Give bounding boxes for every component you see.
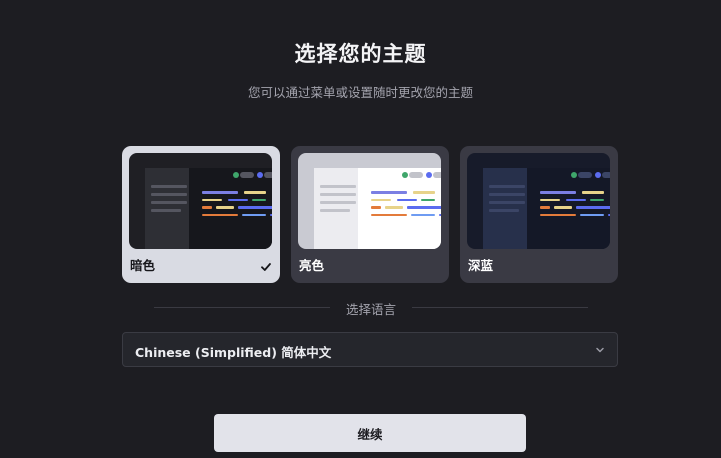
theme-card-deep-blue[interactable]: 深蓝 [460, 146, 618, 283]
preview-code-bar [608, 213, 610, 216]
preview-code-bar [371, 213, 407, 216]
preview-sidebar-bar [320, 193, 356, 196]
preview-code-bar [421, 198, 435, 201]
continue-button[interactable]: 继续 [214, 414, 526, 452]
preview-code-bar [540, 191, 576, 194]
preview-code-bar [371, 191, 407, 194]
preview-code-bar [202, 198, 222, 201]
theme-label: 深蓝 [468, 258, 494, 273]
preview-code-bar [371, 198, 391, 201]
preview-code-bar [242, 213, 266, 216]
page-title: 选择您的主题 [294, 42, 427, 66]
preview-code-bar [397, 198, 417, 201]
preview-pill [578, 172, 592, 178]
preview-pill [409, 172, 423, 178]
preview-code-bar [244, 191, 266, 194]
preview-code-bar [202, 213, 238, 216]
preview-dot [426, 172, 432, 178]
preview-sidebar-bar [320, 185, 356, 188]
preview-code-bar [580, 213, 604, 216]
theme-card-dark[interactable]: 暗色 [122, 146, 280, 283]
preview-code-bar [202, 206, 212, 209]
preview-sidebar-bar [320, 209, 350, 212]
preview-editor [358, 168, 441, 249]
preview-code-bar [252, 198, 266, 201]
check-icon [261, 263, 271, 271]
preview-code-bar [407, 206, 441, 209]
theme-label: 亮色 [299, 258, 325, 273]
preview-code-bar [270, 213, 272, 216]
preview-pill [264, 172, 272, 178]
chevron-down-icon [596, 347, 604, 353]
preview-code-bar [439, 213, 441, 216]
language-label: 选择语言 [345, 302, 396, 317]
preview-sidebar-bar [489, 193, 525, 196]
preview-code-bar [582, 191, 604, 194]
preview-code-bar [576, 206, 610, 209]
theme-label: 暗色 [130, 258, 156, 273]
language-select[interactable]: Chinese (Simplified) 简体中文 [122, 332, 618, 367]
preview-pill [602, 172, 610, 178]
preview-dot [571, 172, 577, 178]
preview-dot [402, 172, 408, 178]
theme-preview-light [298, 153, 441, 249]
preview-code-bar [238, 206, 272, 209]
preview-sidebar [145, 168, 189, 249]
preview-sidebar-bar [151, 185, 187, 188]
preview-code-bar [540, 213, 576, 216]
preview-sidebar-bar [489, 185, 525, 188]
preview-editor [189, 168, 272, 249]
preview-sidebar [483, 168, 527, 249]
language-divider: 选择语言 [154, 299, 588, 317]
preview-dot [233, 172, 239, 178]
theme-card-light[interactable]: 亮色 [291, 146, 449, 283]
preview-code-bar [590, 198, 604, 201]
preview-code-bar [385, 206, 403, 209]
preview-dot [257, 172, 263, 178]
preview-code-bar [540, 198, 560, 201]
theme-preview-dark [129, 153, 272, 249]
preview-sidebar [314, 168, 358, 249]
preview-pill [433, 172, 441, 178]
preview-sidebar-bar [489, 209, 519, 212]
preview-sidebar-bar [151, 209, 181, 212]
preview-code-bar [554, 206, 572, 209]
preview-code-bar [202, 191, 238, 194]
preview-sidebar-bar [489, 201, 525, 204]
page-subtitle: 您可以通过菜单或设置随时更改您的主题 [247, 85, 473, 100]
preview-code-bar [411, 213, 435, 216]
preview-dot [595, 172, 601, 178]
preview-sidebar-bar [151, 201, 187, 204]
preview-pill [240, 172, 254, 178]
preview-code-bar [228, 198, 248, 201]
preview-code-bar [413, 191, 435, 194]
theme-preview-deep-blue [467, 153, 610, 249]
preview-code-bar [540, 206, 550, 209]
preview-sidebar-bar [151, 193, 187, 196]
theme-selection-page: 选择您的主题 您可以通过菜单或设置随时更改您的主题 暗色 亮色 深蓝 选择语言 … [0, 0, 721, 458]
preview-code-bar [371, 206, 381, 209]
preview-code-bar [566, 198, 586, 201]
preview-editor [527, 168, 610, 249]
preview-code-bar [216, 206, 234, 209]
language-value: Chinese (Simplified) 简体中文 [135, 345, 332, 360]
preview-sidebar-bar [320, 201, 356, 204]
theme-cards: 暗色 亮色 深蓝 [122, 146, 618, 283]
